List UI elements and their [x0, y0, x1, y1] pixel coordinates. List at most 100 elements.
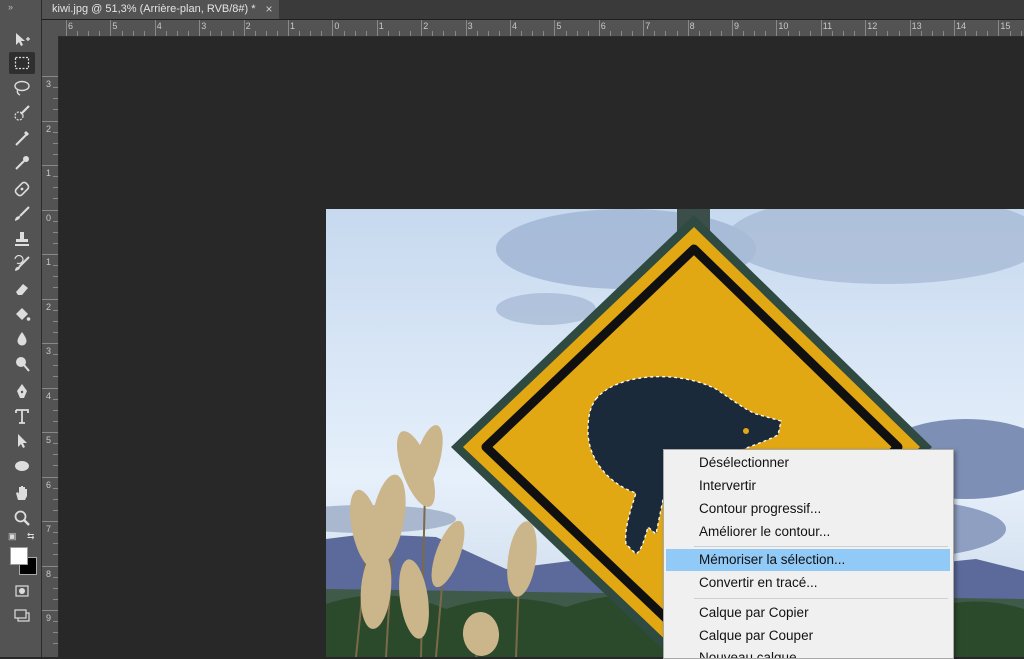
- crop-icon[interactable]: [9, 127, 35, 149]
- ruler-tick: [942, 31, 944, 36]
- ruler-tick: [865, 20, 867, 36]
- menu-item-new-layer[interactable]: Nouveau calque...: [666, 647, 950, 658]
- default-colors-icon[interactable]: ▣: [8, 531, 17, 542]
- ruler-tick: [665, 31, 667, 36]
- path-selection-icon[interactable]: [9, 430, 35, 452]
- ruler-tick: [565, 31, 567, 36]
- ruler-tick: [53, 420, 58, 422]
- ruler-tick: [53, 242, 58, 244]
- ruler-tick: [53, 509, 58, 511]
- blur-icon[interactable]: [9, 328, 35, 350]
- pen-icon[interactable]: [9, 380, 35, 402]
- lasso-icon[interactable]: [9, 77, 35, 99]
- ruler-tick: [299, 31, 301, 36]
- hand-icon[interactable]: [9, 482, 35, 504]
- ruler-tick: [42, 565, 58, 567]
- ruler-tick: [354, 31, 356, 36]
- menu-item-save-selection[interactable]: Mémoriser la sélection...: [666, 549, 950, 571]
- rectangular-marquee-icon[interactable]: [9, 52, 35, 74]
- ruler-tick: [53, 576, 58, 578]
- ruler-tick: [898, 31, 900, 36]
- ruler-tick: [454, 31, 456, 36]
- horizontal-ruler[interactable]: 6 5 4 3 2 1 0 1 2 3 4 5 6 7 8 9 10 11 12 13 14 15: [42, 20, 1024, 37]
- ruler-tick: [53, 554, 58, 556]
- menu-item-layer-via-copy[interactable]: Calque par Copier: [666, 602, 950, 624]
- quick-selection-icon[interactable]: [9, 102, 35, 124]
- context-menu: Désélectionner Intervertir Contour progr…: [663, 449, 954, 659]
- ruler-tick: [820, 20, 822, 36]
- ellipse-icon[interactable]: [9, 455, 35, 477]
- ruler-tick: [42, 610, 58, 611]
- ruler-tick: [221, 31, 223, 36]
- spot-healing-brush-icon[interactable]: [9, 178, 35, 200]
- ruler-tick: [53, 643, 58, 645]
- ruler-tick: [809, 31, 811, 36]
- ruler-tick: [53, 365, 58, 367]
- ruler-label: 6: [68, 21, 74, 31]
- menu-item-layer-via-cut[interactable]: Calque par Couper: [666, 625, 950, 647]
- ruler-tick: [53, 131, 58, 133]
- quick-mask-icon[interactable]: [9, 580, 35, 602]
- menu-item-make-work-path[interactable]: Convertir en tracé...: [666, 572, 950, 594]
- ruler-tick: [53, 598, 58, 600]
- ruler-tick: [42, 343, 58, 344]
- ruler-label: 8: [689, 21, 695, 31]
- ruler-tick: [709, 31, 711, 36]
- foreground-color-swatch[interactable]: [10, 547, 28, 565]
- ruler-tick: [632, 31, 634, 36]
- brush-icon[interactable]: [9, 203, 35, 225]
- clone-stamp-icon[interactable]: [9, 228, 35, 250]
- ruler-label: 6: [46, 479, 52, 490]
- ruler-tick: [798, 31, 800, 36]
- ruler-tick: [42, 521, 58, 522]
- menu-item-deselect[interactable]: Désélectionner: [666, 452, 950, 474]
- history-brush-icon[interactable]: [9, 253, 35, 275]
- ruler-tick: [432, 31, 434, 36]
- eyedropper-icon[interactable]: [9, 152, 35, 174]
- ruler-tick: [42, 209, 58, 211]
- paint-bucket-icon[interactable]: [9, 303, 35, 325]
- ruler-label: 2: [245, 21, 251, 31]
- ruler-tick: [53, 287, 58, 289]
- ruler-tick: [53, 187, 58, 189]
- ruler-tick: [787, 31, 789, 36]
- ruler-tick: [53, 621, 58, 623]
- ruler-tick: [165, 31, 167, 36]
- screen-mode-icon[interactable]: [9, 605, 35, 627]
- ruler-tick: [42, 298, 58, 300]
- vertical-ruler[interactable]: 3 2 1 0 1 2 3 4 5 6 7 8 9: [42, 36, 59, 657]
- document-tab[interactable]: kiwi.jpg @ 51,3% (Arrière-plan, RVB/8#) …: [42, 0, 279, 19]
- panel-collapse-icon[interactable]: »: [8, 2, 13, 12]
- move-icon[interactable]: [9, 29, 35, 51]
- ruler-tick: [53, 142, 58, 144]
- dodge-icon[interactable]: [9, 353, 35, 375]
- ruler-tick: [53, 354, 58, 356]
- ruler-tick: [53, 632, 58, 634]
- menu-item-feather[interactable]: Contour progressif...: [666, 498, 950, 520]
- close-tab-icon[interactable]: ×: [266, 0, 273, 19]
- zoom-icon[interactable]: [9, 507, 35, 529]
- ruler-label: 13: [911, 21, 922, 31]
- ruler-tick: [254, 31, 256, 36]
- ruler-label: 12: [867, 21, 878, 31]
- document-tab-bar: kiwi.jpg @ 51,3% (Arrière-plan, RVB/8#) …: [42, 0, 1024, 20]
- ruler-tick: [510, 20, 511, 36]
- ruler-tick: [587, 31, 589, 36]
- ruler-tick: [387, 31, 389, 36]
- swap-colors-icon[interactable]: ⇆: [27, 531, 35, 542]
- menu-item-refine-edge[interactable]: Améliorer le contour...: [666, 521, 950, 543]
- ruler-tick: [42, 165, 58, 166]
- ruler-tick: [53, 543, 58, 545]
- menu-item-inverse[interactable]: Intervertir: [666, 475, 950, 497]
- ruler-tick: [121, 31, 123, 36]
- ruler-label: 3: [467, 21, 473, 31]
- ruler-label: 4: [512, 21, 518, 31]
- type-icon[interactable]: [9, 405, 35, 427]
- eraser-icon[interactable]: [9, 278, 35, 300]
- ruler-label: 3: [46, 346, 52, 356]
- ruler-tick: [521, 31, 523, 36]
- ruler-tick: [53, 498, 58, 500]
- ruler-label: 6: [600, 21, 606, 31]
- ruler-tick: [276, 31, 278, 36]
- ruler-label: 2: [46, 123, 52, 134]
